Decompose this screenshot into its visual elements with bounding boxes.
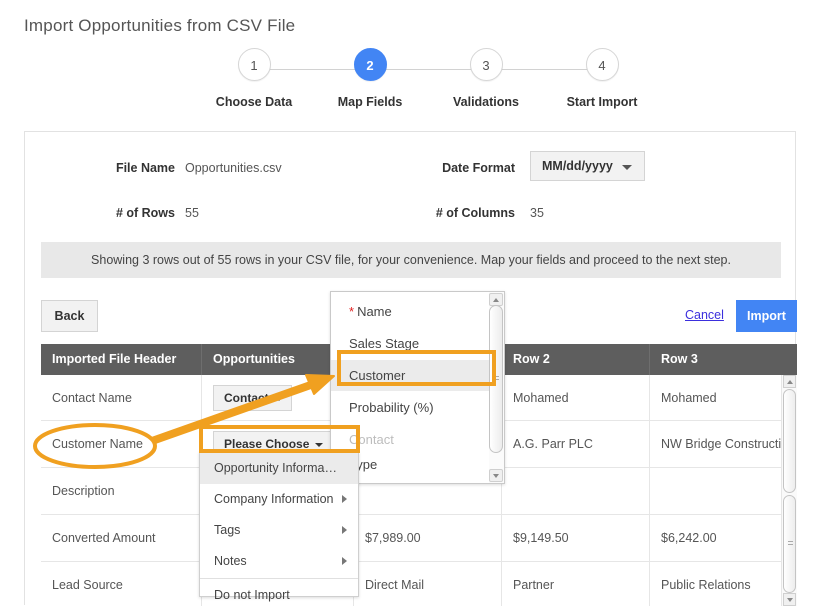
dropdown-scrollbar[interactable] xyxy=(489,292,504,483)
file-name-label: File Name xyxy=(115,161,175,175)
context-menu-item-notes[interactable]: Notes xyxy=(200,546,358,577)
cell-row-3 xyxy=(649,467,797,514)
dropdown-item-name-label: Name xyxy=(357,304,392,319)
context-menu-separator xyxy=(200,578,358,579)
rows-label: # of Rows xyxy=(115,206,175,220)
scroll-down-arrow-icon[interactable] xyxy=(489,469,503,482)
table-vertical-scrollbar[interactable] xyxy=(781,375,797,606)
cell-row-3: Public Relations xyxy=(649,561,797,606)
dropdown-item-probability[interactable]: Probability (%) xyxy=(331,392,490,423)
cell-row-2: Partner xyxy=(501,561,649,606)
table-row: Converted Amount $7,989.00 $9,149.50 $6,… xyxy=(41,514,797,562)
submenu-arrow-icon xyxy=(342,526,347,534)
notice-text: Showing 3 rows out of 55 rows in your CS… xyxy=(91,253,731,267)
scroll-up-arrow-icon[interactable] xyxy=(783,375,796,388)
attribute-select-contact-label: Contact xyxy=(224,390,269,405)
wizard-steps: 1 Choose Data 2 Map Fields 3 Validations… xyxy=(212,48,637,120)
cell-imported-header: Customer Name xyxy=(52,436,143,451)
cell-imported-header: Converted Amount xyxy=(52,530,156,545)
cell-imported-header: Lead Source xyxy=(52,577,123,592)
cell-row-1: Direct Mail xyxy=(353,561,501,606)
step-label-2: Map Fields xyxy=(337,95,403,109)
columns-value: 35 xyxy=(530,206,544,220)
column-header-row-2: Row 2 xyxy=(501,344,649,375)
wizard-step-1[interactable]: 1 Choose Data xyxy=(212,48,296,109)
date-format-value: MM/dd/yyyy xyxy=(542,159,613,173)
scrollbar-grip-icon xyxy=(788,541,793,547)
table-row: Lead Source Direct Mail Partner Public R… xyxy=(41,561,797,606)
rows-value: 55 xyxy=(185,206,199,220)
page-title: Import Opportunities from CSV File xyxy=(24,16,296,35)
step-number-4: 4 xyxy=(585,48,619,81)
scrollbar-thumb[interactable] xyxy=(783,495,796,593)
date-format-select[interactable]: MM/dd/yyyy xyxy=(530,151,645,181)
cell-row-3: NW Bridge Constructi… xyxy=(649,420,797,467)
dropdown-item-name[interactable]: * Name xyxy=(331,296,490,327)
column-header-row-3: Row 3 xyxy=(649,344,797,375)
columns-label: # of Columns xyxy=(435,206,515,220)
step-label-4: Start Import xyxy=(566,95,638,109)
cell-row-3: Mohamed xyxy=(649,375,797,420)
dropdown-item-sales-stage[interactable]: Sales Stage xyxy=(331,328,490,359)
import-button[interactable]: Import xyxy=(736,300,797,332)
chevron-down-icon xyxy=(622,165,632,170)
wizard-step-3[interactable]: 3 Validations xyxy=(444,48,528,109)
scrollbar-grip-icon xyxy=(494,376,499,382)
context-menu-item-tags-label: Tags xyxy=(214,523,241,537)
scroll-down-arrow-icon[interactable] xyxy=(783,593,796,606)
submenu-arrow-icon xyxy=(342,557,347,565)
wizard-step-2[interactable]: 2 Map Fields xyxy=(328,48,412,109)
context-menu-item-opportunity-information[interactable]: Opportunity Informa… xyxy=(200,453,358,484)
cancel-link[interactable]: Cancel xyxy=(685,308,724,322)
scrollbar-thumb-upper[interactable] xyxy=(783,389,796,493)
back-button[interactable]: Back xyxy=(41,300,98,332)
cell-row-2: Mohamed xyxy=(501,375,649,420)
import-wizard-page: Import Opportunities from CSV File 1 Cho… xyxy=(0,0,821,606)
dropdown-item-customer[interactable]: Customer xyxy=(331,360,490,391)
context-menu-item-company-information[interactable]: Company Information xyxy=(200,484,358,515)
scrollbar-thumb[interactable] xyxy=(489,305,503,453)
attribute-context-menu[interactable]: Opportunity Informa… Company Information… xyxy=(199,452,359,602)
cell-row-3: $6,242.00 xyxy=(649,514,797,561)
step-label-3: Validations xyxy=(453,95,519,109)
column-header-imported-file-header: Imported File Header xyxy=(52,352,177,366)
context-menu-item-company-information-label: Company Information xyxy=(214,492,334,506)
cell-imported-header: Contact Name xyxy=(52,390,132,405)
step-number-1: 1 xyxy=(237,48,271,81)
wizard-step-4[interactable]: 4 Start Import xyxy=(560,48,644,109)
file-name-value: Opportunities.csv xyxy=(185,161,282,175)
cell-row-2: A.G. Parr PLC xyxy=(501,420,649,467)
notice-bar: Showing 3 rows out of 55 rows in your CS… xyxy=(41,242,781,278)
context-menu-item-tags[interactable]: Tags xyxy=(200,515,358,546)
date-format-label: Date Format xyxy=(442,161,515,175)
step-label-1: Choose Data xyxy=(215,95,293,109)
cell-row-1: $7,989.00 xyxy=(353,514,501,561)
submenu-arrow-icon xyxy=(342,495,347,503)
attribute-select-contact[interactable]: Contact xyxy=(213,384,292,411)
step-number-3: 3 xyxy=(469,48,503,81)
cell-row-2 xyxy=(501,467,649,514)
cell-imported-header: Description xyxy=(52,483,115,498)
context-menu-item-do-not-import[interactable]: Do not Import xyxy=(200,580,358,611)
chevron-down-icon xyxy=(315,442,324,447)
context-menu-item-notes-label: Notes xyxy=(214,554,247,568)
chevron-down-icon xyxy=(274,396,283,401)
required-asterisk-icon: * xyxy=(349,304,355,319)
cell-row-2: $9,149.50 xyxy=(501,514,649,561)
step-number-2: 2 xyxy=(353,48,387,81)
attribute-select-please-choose-label: Please Choose xyxy=(224,436,310,451)
